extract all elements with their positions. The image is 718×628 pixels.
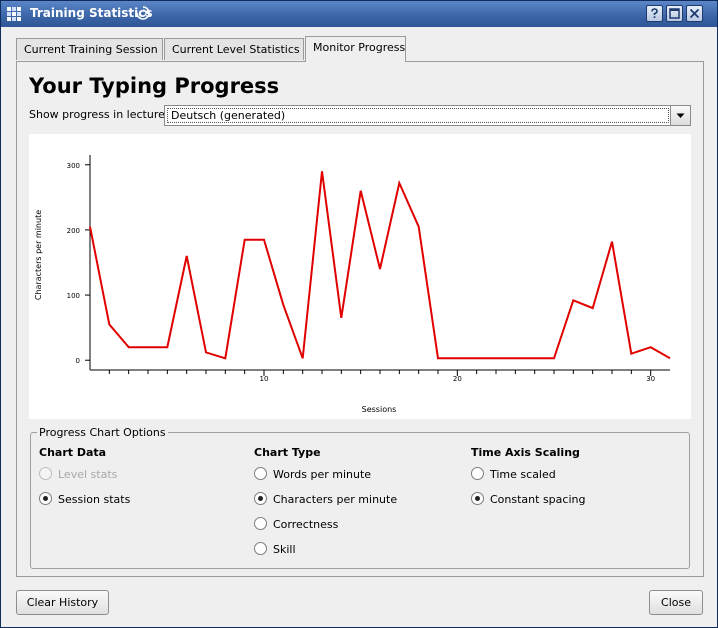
question-mark-icon (651, 8, 658, 18)
x-tick-label: 30 (646, 375, 655, 383)
radio-label: Level stats (58, 468, 118, 481)
x-tick-label: 10 (260, 375, 269, 383)
radio-label: Session stats (58, 493, 131, 506)
tab-monitor-progress[interactable]: Monitor Progress (305, 36, 406, 62)
close-button[interactable]: Close (649, 590, 703, 615)
y-tick-label: 100 (67, 292, 80, 300)
radio-indicator (471, 492, 484, 505)
y-tick-label: 300 (67, 162, 80, 170)
tab-label: Current Level Statistics (172, 43, 300, 56)
time-axis-heading: Time Axis Scaling (471, 446, 580, 459)
progress-chart: 0 100 200 300 10 20 30 Characters per minute … (29, 134, 691, 419)
chevron-down-icon (676, 113, 685, 118)
tab-label: Monitor Progress (313, 41, 406, 54)
tab-current-level-statistics[interactable]: Current Level Statistics (164, 38, 304, 60)
lecture-label: Show progress in lecture: (29, 108, 169, 121)
x-axis-label: Sessions (362, 405, 397, 414)
tab-current-training-session[interactable]: Current Training Session (16, 38, 163, 60)
x-ticks: 10 20 30 (108, 370, 655, 383)
lecture-select[interactable]: Deutsch (generated) (164, 105, 691, 126)
help-button[interactable] (646, 5, 663, 22)
y-tick-label: 200 (67, 227, 80, 235)
maximize-button[interactable] (666, 5, 683, 22)
maximize-icon (669, 8, 680, 19)
chart-data-heading: Chart Data (39, 446, 107, 459)
y-ticks: 0 100 200 300 (67, 162, 90, 365)
radio-label: Time scaled (490, 468, 556, 481)
close-window-button[interactable] (686, 5, 703, 22)
radio-indicator (39, 492, 52, 505)
radio-label: Skill (273, 543, 296, 556)
chart-type-heading: Chart Type (254, 446, 321, 459)
radio-label: Characters per minute (273, 493, 398, 506)
series-group (89, 171, 671, 360)
radio-indicator (254, 467, 267, 480)
window: Training Statistics Current Training Ses… (0, 0, 718, 628)
radio-indicator (471, 467, 484, 480)
x-tick-label: 20 (453, 375, 462, 383)
options-group-title: Progress Chart Options (37, 426, 168, 439)
radio-label: Constant spacing (490, 493, 586, 506)
app-icon (7, 7, 21, 21)
radio-indicator (254, 517, 267, 530)
close-icon (689, 8, 700, 19)
series-line (89, 171, 671, 360)
y-axis-label: Characters per minute (34, 210, 43, 300)
kde-swirl-icon (136, 6, 150, 20)
radio-indicator (254, 542, 267, 555)
radio-indicator (254, 492, 267, 505)
y-tick-label: 0 (76, 357, 80, 365)
tab-label: Current Training Session (24, 43, 158, 56)
radio-label: Words per minute (273, 468, 372, 481)
chart-plot: 0100200300 10 20 30 Characters per minute … (34, 155, 671, 414)
lecture-select-value: Deutsch (generated) (167, 108, 669, 123)
title-bar[interactable]: Training Statistics (1, 1, 717, 27)
page-title: Your Typing Progress (29, 74, 280, 98)
radio-label: Correctness (273, 518, 339, 531)
dropdown-button[interactable] (670, 106, 690, 125)
clear-history-button[interactable]: Clear History (16, 590, 109, 615)
radio-indicator (39, 467, 52, 480)
